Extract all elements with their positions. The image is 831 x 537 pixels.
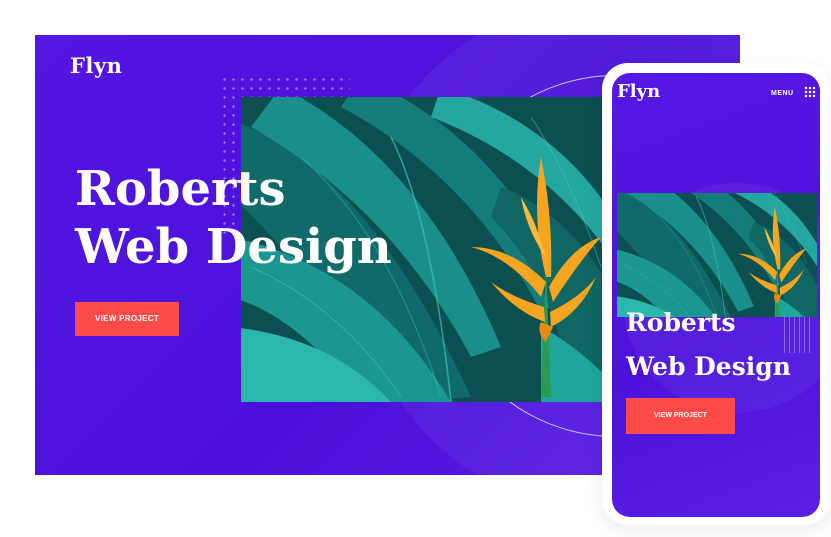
title-line-2: Web Design [626,352,791,381]
title-line-2: Web Design [75,219,392,275]
view-project-button[interactable]: VIEW PROJECT [75,302,179,336]
mobile-hero-title: Roberts Web Design [626,301,791,389]
desktop-logo[interactable]: Flyn [70,53,122,78]
view-project-button[interactable]: VIEW PROJECT [626,398,735,434]
menu-label[interactable]: MENU [771,90,794,97]
grid-dots-icon[interactable] [804,86,816,98]
title-line-1: Roberts [626,308,736,337]
mobile-hero-leaf-image [617,193,817,317]
mobile-screen: Flyn MENU Roberts Web Design VIEW PROJEC… [612,73,820,517]
mobile-mockup: Flyn MENU Roberts Web Design VIEW PROJEC… [602,63,830,525]
desktop-hero-title: Roberts Web Design [75,160,392,276]
title-line-1: Roberts [75,161,286,217]
mobile-logo[interactable]: Flyn [617,81,660,102]
